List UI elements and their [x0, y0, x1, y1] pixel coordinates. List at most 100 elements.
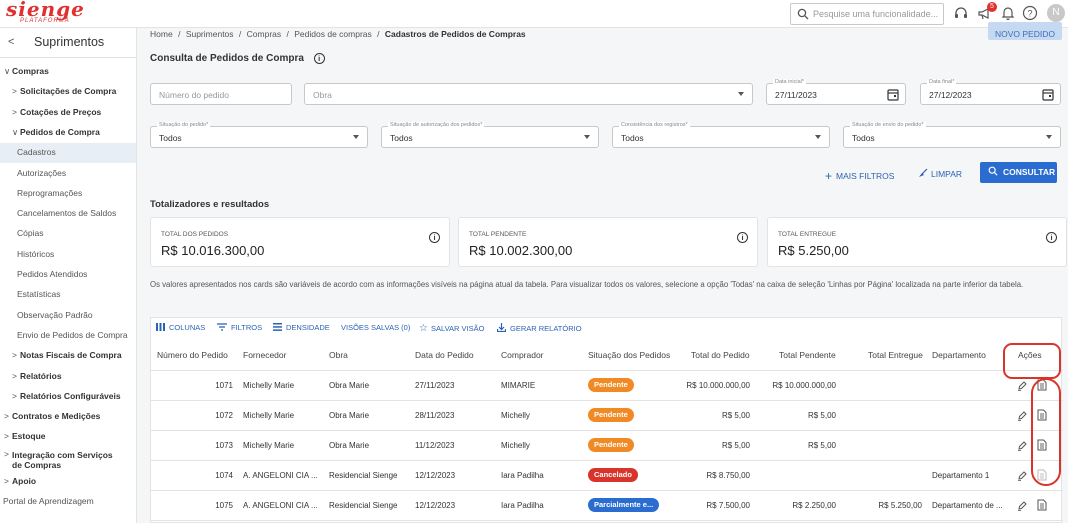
calendar-icon[interactable] [1042, 88, 1054, 101]
sidebar-item[interactable]: Observação Padrão [0, 306, 136, 326]
sidebar-item[interactable]: > Solicitações de Compra [0, 82, 136, 102]
consultar-button[interactable]: CONSULTAR [980, 162, 1057, 183]
edit-pencil-icon[interactable] [1017, 379, 1027, 393]
sidebar-item[interactable]: > Estoque [0, 427, 136, 447]
sidebar-item[interactable]: Autorizações [0, 164, 136, 184]
cell-numero: 1071 [215, 381, 233, 390]
edit-pencil-icon[interactable] [1017, 439, 1027, 453]
breadcrumb-sep: / [178, 29, 181, 39]
avatar[interactable]: N [1047, 4, 1065, 22]
edit-pencil-icon[interactable] [1017, 409, 1027, 423]
col-total-pedido[interactable]: Total do Pedido [691, 350, 750, 360]
sidebar-item[interactable]: Cancelamentos de Saldos [0, 204, 136, 224]
col-situacao[interactable]: Situação dos Pedidos [588, 350, 670, 360]
breadcrumb-home[interactable]: Home [150, 29, 173, 39]
info-icon[interactable]: i [429, 232, 440, 243]
situacao-pedido-select[interactable]: Situação do pedido* Todos [150, 122, 368, 148]
col-obra[interactable]: Obra [329, 350, 348, 360]
situacao-envio-value: Todos [852, 133, 875, 143]
star-icon: ☆ [419, 323, 428, 334]
sidebar-item-label: Pedidos Atendidos [17, 269, 88, 279]
plus-icon: + [825, 169, 833, 183]
sidebar-item[interactable]: Portal de Aprendizagem [0, 492, 136, 512]
table-row[interactable]: 1074 A. ANGELONI CIA ... Residencial Sieng… [151, 461, 1063, 491]
sidebar-item[interactable]: Reprogramações [0, 184, 136, 204]
sidebar-item[interactable]: > Relatórios Configuráveis [0, 387, 136, 407]
sidebar-item[interactable]: Cópias [0, 224, 136, 244]
consistencia-select[interactable]: Consistência dos registros* Todos [612, 122, 830, 148]
status-badge: Pendente [588, 378, 634, 392]
sidebar-item[interactable]: > Integração com Serviços de Compras [0, 448, 136, 472]
search-input[interactable]: Pesquise uma funcionalidade... [790, 3, 944, 25]
table-row[interactable]: 1075 A. ANGELONI CIA ... Residencial Sieng… [151, 491, 1063, 521]
sidebar-item[interactable]: > Cotações de Preços [0, 103, 136, 123]
calendar-icon[interactable] [887, 88, 899, 101]
sidebar-item[interactable]: Pedidos Atendidos [0, 265, 136, 285]
sidebar-item[interactable]: Históricos [0, 245, 136, 265]
table-row[interactable]: 1073 Michelly Marie Obra Marie 11/12/2023 Mi… [151, 431, 1063, 461]
situacao-envio-select[interactable]: Situação de envio do pedido* Todos [843, 122, 1061, 148]
col-data[interactable]: Data do Pedido [415, 350, 474, 360]
novo-pedido-button[interactable]: NOVO PEDIDO [988, 22, 1062, 40]
back-chevron-icon[interactable]: < [8, 36, 14, 48]
chevron-right-icon: > [4, 411, 9, 422]
status-badge: Pendente [588, 408, 634, 422]
breadcrumb-pedidos[interactable]: Pedidos de compras [294, 29, 372, 39]
densidade-button[interactable]: DENSIDADE [273, 323, 330, 332]
sidebar-item[interactable]: ∨ Pedidos de Compra [0, 123, 136, 143]
visoes-salvas-button[interactable]: VISÕES SALVAS (0) [341, 323, 410, 332]
col-comprador[interactable]: Comprador [501, 350, 544, 360]
mais-filtros-button[interactable]: + MAIS FILTROS [825, 168, 894, 183]
sidebar-item[interactable]: Estatísticas [0, 285, 136, 305]
limpar-button[interactable]: LIMPAR [918, 168, 962, 179]
info-icon[interactable]: i [1046, 232, 1057, 243]
sidebar-item[interactable]: Envio de Pedidos de Compra [0, 326, 136, 346]
col-total-pendente[interactable]: Total Pendente [779, 350, 836, 360]
data-inicial-input[interactable]: Data inicial* 27/11/2023 [766, 79, 906, 105]
situacao-autorizacao-select[interactable]: Situação de autorização dos pedidos* Tod… [381, 122, 599, 148]
edit-pencil-icon[interactable] [1017, 469, 1027, 483]
breadcrumb-compras[interactable]: Compras [247, 29, 281, 39]
chevron-right-icon: > [12, 390, 17, 401]
sidebar-item-label: Estoque [12, 431, 46, 442]
cell-obra: Obra Marie [329, 411, 370, 420]
cell-entregue: R$ 5.250,00 [878, 501, 922, 510]
download-icon [496, 323, 507, 333]
info-icon[interactable]: i [737, 232, 748, 243]
filtros-button[interactable]: FILTROS [217, 323, 262, 332]
sidebar-item[interactable]: > Apoio [0, 472, 136, 492]
cell-data: 12/12/2023 [415, 501, 456, 510]
salvar-visao-button[interactable]: ☆ SALVAR VISÃO [419, 323, 484, 334]
col-fornecedor[interactable]: Fornecedor [243, 350, 286, 360]
cell-comprador: Iara Padilha [501, 501, 544, 510]
data-final-input[interactable]: Data final* 27/12/2023 [920, 79, 1061, 105]
cell-numero: 1073 [215, 441, 233, 450]
numero-pedido-input[interactable]: Número do pedido [150, 83, 292, 105]
main-content: Home / Suprimentos / Compras / Pedidos d… [137, 22, 1068, 523]
col-numero[interactable]: Número do Pedido [157, 350, 228, 360]
bell-icon[interactable] [1000, 5, 1016, 21]
obra-select[interactable]: Obra [304, 83, 753, 105]
sidebar-item[interactable]: > Contratos e Medições [0, 407, 136, 427]
table-row[interactable]: 1071 Michelly Marie Obra Marie 27/11/2023 MI… [151, 371, 1063, 401]
headset-icon[interactable] [953, 5, 969, 21]
densidade-label: DENSIDADE [286, 323, 330, 332]
sidebar-item[interactable]: > Relatórios [0, 367, 136, 387]
sienge-logo[interactable]: sienge PLATAFORMA [6, 0, 86, 28]
gerar-relatorio-button[interactable]: GERAR RELATÓRIO [496, 323, 582, 333]
col-departamento[interactable]: Departamento [932, 350, 986, 360]
edit-pencil-icon[interactable] [1017, 499, 1027, 513]
situacao-aut-value: Todos [390, 133, 413, 143]
col-total-entregue[interactable]: Total Entregue [868, 350, 923, 360]
sidebar-item[interactable]: ∨ Compras [0, 62, 136, 82]
help-icon[interactable]: ? [1022, 5, 1038, 21]
dropdown-arrow-icon [353, 135, 359, 139]
megaphone-icon[interactable]: 5 [977, 2, 997, 21]
colunas-button[interactable]: COLUNAS [156, 323, 205, 332]
table-row[interactable]: 1072 Michelly Marie Obra Marie 28/11/2023 Mi… [151, 401, 1063, 431]
sidebar-item[interactable]: Cadastros [0, 143, 136, 164]
breadcrumb-suprimentos[interactable]: Suprimentos [186, 29, 234, 39]
document-report-icon[interactable] [1037, 499, 1047, 513]
sidebar-item[interactable]: > Notas Fiscais de Compra [0, 346, 136, 366]
info-icon[interactable]: i [313, 53, 325, 64]
